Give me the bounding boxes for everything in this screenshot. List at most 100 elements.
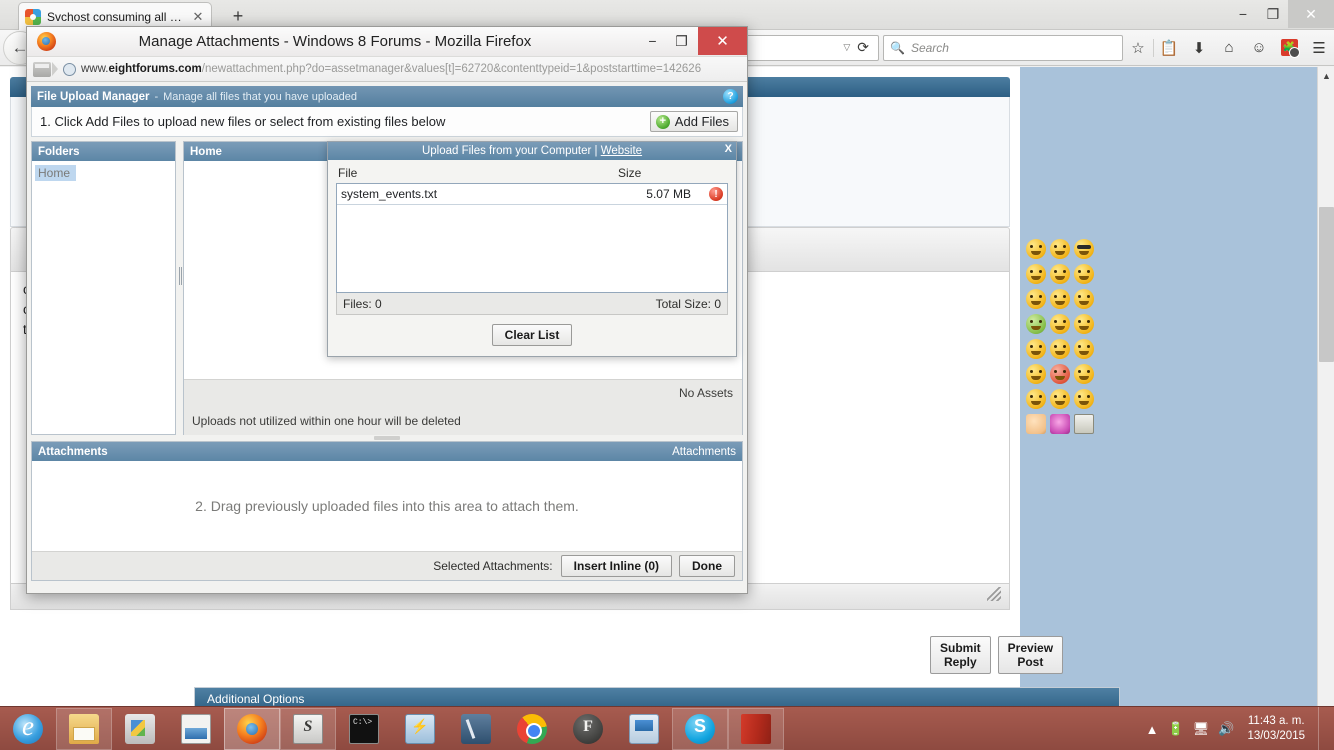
search-input[interactable]: 🔍 Search [883,34,1123,61]
smiley-icon[interactable] [1074,239,1094,259]
taskbar-item-skype[interactable] [672,707,728,750]
taskbar-item-pdf-reader[interactable] [728,707,784,750]
taskbar-item-foobar[interactable] [560,708,616,750]
smiley-icon[interactable] [1050,289,1070,309]
new-tab-button[interactable]: + [228,7,248,27]
taskbar-item-command-prompt[interactable] [336,708,392,750]
upload-popup-header: Upload Files from your Computer | Websit… [328,142,736,160]
help-icon[interactable]: ? [723,89,738,104]
file-upload-manager-header: File Upload Manager - Manage all files t… [31,86,743,107]
clock[interactable]: 11:43 a. m. 13/03/2015 [1243,714,1309,744]
smiley-icon[interactable] [1026,414,1046,434]
textarea-resize-handle[interactable] [987,587,1001,601]
smiley-icon[interactable] [1074,314,1094,334]
scroll-up-icon[interactable]: ▲ [1318,67,1334,84]
taskbar-item-network-tool[interactable] [392,708,448,750]
folder-item-home[interactable]: Home [35,165,77,181]
fum-separator: - [154,90,159,103]
dialog-address-bar[interactable]: www.eightforums.com/newattachment.php?do… [27,57,747,82]
page-scrollbar[interactable]: ▲ ▼ [1317,67,1334,718]
smiley-icon[interactable] [1050,264,1070,284]
smiley-icon[interactable] [1026,314,1046,334]
smiley-icon[interactable] [1050,314,1070,334]
upload-file-list[interactable]: system_events.txt 5.07 MB ! [336,183,728,293]
smiley-icon[interactable] [1050,239,1070,259]
smiley-icon[interactable] [1050,364,1070,384]
attachments-drop-area[interactable]: 2. Drag previously uploaded files into t… [32,461,742,551]
dialog-close-button[interactable]: ✕ [698,27,747,55]
dialog-maximize-button[interactable]: ❐ [667,27,696,55]
photo-viewer-icon [181,713,211,744]
smiley-icon[interactable] [1074,414,1094,434]
chevron-down-icon[interactable]: ▽ [836,42,857,53]
tab-title: Svchost consuming all me... [47,9,191,24]
upload-popup-close-icon[interactable]: X [725,143,732,155]
smiley-icon[interactable] [1026,289,1046,309]
window-minimize-button[interactable]: − [1228,0,1258,28]
submit-reply-button[interactable]: Submit Reply [930,636,991,674]
chrome-icon [517,713,547,744]
addon-icon[interactable]: 🧩 [1274,33,1304,63]
smiley-icon[interactable] [1074,364,1094,384]
smiley-icon[interactable] [1050,414,1070,434]
taskbar-item-sumatra-reader[interactable] [280,707,336,750]
smiley-icon[interactable] [1050,389,1070,409]
taskbar-item-paint[interactable] [112,708,168,750]
taskbar-item-editor-tool[interactable] [448,708,504,750]
smiley-icon[interactable] [1074,389,1094,409]
reload-icon[interactable]: ⟳ [857,39,874,56]
taskbar-item-internet-explorer[interactable] [0,708,56,750]
clock-time: 11:43 a. m. [1247,715,1305,727]
file-name: system_events.txt [341,187,438,201]
scrollbar-thumb[interactable] [1319,207,1334,362]
preview-post-button[interactable]: Preview Post [997,636,1064,674]
fum-subtitle: Manage all files that you have uploaded [163,90,357,103]
smiley-icon[interactable] [1026,264,1046,284]
smiley-icon[interactable] [1050,339,1070,359]
smiley-icon[interactable] [1074,289,1094,309]
files-count: Files: 0 [343,296,382,311]
identity-box-icon[interactable] [33,61,51,77]
show-hidden-icons-icon[interactable]: ▲ [1146,722,1159,737]
battery-icon[interactable]: 🔋 [1168,721,1184,737]
globe-icon [63,62,76,76]
attachments-header: Attachments Attachments [32,442,742,461]
insert-inline-button[interactable]: Insert Inline (0) [560,555,672,577]
dialog-minimize-button[interactable]: − [638,27,667,55]
downloads-icon[interactable]: ⬇ [1184,33,1214,63]
volume-icon[interactable]: 🔊 [1218,721,1234,737]
window-close-button[interactable]: ✕ [1288,0,1334,28]
network-icon[interactable]: 🖥 [1193,721,1210,737]
home-icon[interactable]: ⌂ [1214,33,1244,63]
done-button[interactable]: Done [679,555,735,577]
window-maximize-button[interactable]: ❐ [1258,0,1288,28]
taskbar-item-photo-viewer[interactable] [168,708,224,750]
upload-popup-body: File Size system_events.txt 5.07 MB ! Fi… [328,160,736,346]
upload-file-row[interactable]: system_events.txt 5.07 MB ! [337,184,727,205]
taskbar-item-system-monitor[interactable] [616,708,672,750]
selected-attachments-label: Selected Attachments: [433,559,553,573]
tab-close-icon[interactable]: ✕ [191,10,205,23]
internet-explorer-icon [13,711,43,744]
smiley-icon[interactable] [1026,389,1046,409]
bookmark-star-icon[interactable]: ☆ [1123,33,1153,63]
website-link[interactable]: Website [601,145,642,157]
clear-list-row: Clear List [336,324,728,346]
smiley-icon[interactable] [1026,364,1046,384]
smiley-icon[interactable] [1074,339,1094,359]
smiley-icon[interactable] [1026,239,1046,259]
taskbar-item-google-chrome[interactable] [504,708,560,750]
smiley-icon[interactable] [1026,339,1046,359]
taskbar-item-firefox[interactable] [224,707,280,750]
identity-arrow-icon [52,62,58,76]
error-icon[interactable]: ! [709,187,723,201]
taskbar-item-file-explorer[interactable] [56,707,112,750]
add-files-button[interactable]: + Add Files [649,111,738,132]
show-desktop-button[interactable] [1318,707,1326,750]
chat-icon[interactable]: ☺ [1244,33,1274,63]
reader-list-icon[interactable]: 📋 [1154,33,1184,63]
menu-icon[interactable]: ☰ [1304,33,1334,63]
smiley-icon[interactable] [1074,264,1094,284]
clear-list-button[interactable]: Clear List [491,324,573,346]
attachments-panel: Attachments Attachments 2. Drag previous… [31,441,743,581]
